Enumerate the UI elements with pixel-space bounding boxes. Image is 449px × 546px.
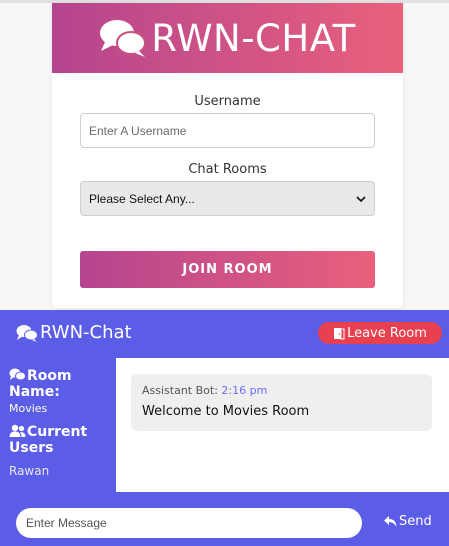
message-text: Welcome to Movies Room xyxy=(142,404,310,419)
room-name-value: Movies xyxy=(9,402,48,415)
username-input[interactable] xyxy=(80,113,375,148)
door-open-icon xyxy=(334,327,345,339)
login-card: RWN-CHAT Username Chat Rooms Please Sele… xyxy=(52,3,403,308)
room-select-value: Please Select Any... xyxy=(89,191,195,206)
chat-header: RWN-Chat Leave Room xyxy=(0,310,449,358)
chat-rooms-label: Chat Rooms xyxy=(188,162,267,177)
chat-sidebar: Room Name: Movies Current Users Rawan xyxy=(0,358,116,492)
join-room-button[interactable]: JOIN ROOM xyxy=(80,251,375,288)
chat-app: RWN-Chat Leave Room Room Name: Movies Cu… xyxy=(0,310,449,546)
comments-icon xyxy=(100,20,147,57)
send-button[interactable]: Send xyxy=(384,514,432,529)
message-meta: Assistant Bot: 2:16 pm xyxy=(142,384,421,397)
chevron-down-icon xyxy=(356,195,366,202)
brand-title: RWN-CHAT xyxy=(151,16,356,60)
room-name-heading: Room Name: xyxy=(9,368,109,400)
message-input[interactable] xyxy=(16,508,362,538)
brand-banner: RWN-CHAT xyxy=(52,3,403,73)
chat-footer: Send xyxy=(0,492,449,546)
users-icon xyxy=(9,424,26,437)
chat-logo: RWN-Chat xyxy=(16,322,132,343)
message-author: Assistant Bot: xyxy=(142,384,218,397)
room-select[interactable]: Please Select Any... xyxy=(80,181,375,216)
message: Assistant Bot: 2:16 pm Welcome to Movies… xyxy=(131,374,432,431)
leave-room-label: Leave Room xyxy=(347,325,427,341)
comments-icon xyxy=(16,324,38,342)
chat-messages: Assistant Bot: 2:16 pm Welcome to Movies… xyxy=(116,358,449,492)
user-list-item: Rawan xyxy=(9,464,50,478)
reply-icon xyxy=(384,516,397,527)
current-users-heading: Current Users xyxy=(9,424,109,456)
message-time: 2:16 pm xyxy=(221,384,268,397)
leave-room-button[interactable]: Leave Room xyxy=(318,322,442,344)
comments-icon xyxy=(9,368,26,381)
username-label: Username xyxy=(194,94,261,109)
send-label: Send xyxy=(399,514,432,529)
chat-logo-text: RWN-Chat xyxy=(40,322,132,343)
